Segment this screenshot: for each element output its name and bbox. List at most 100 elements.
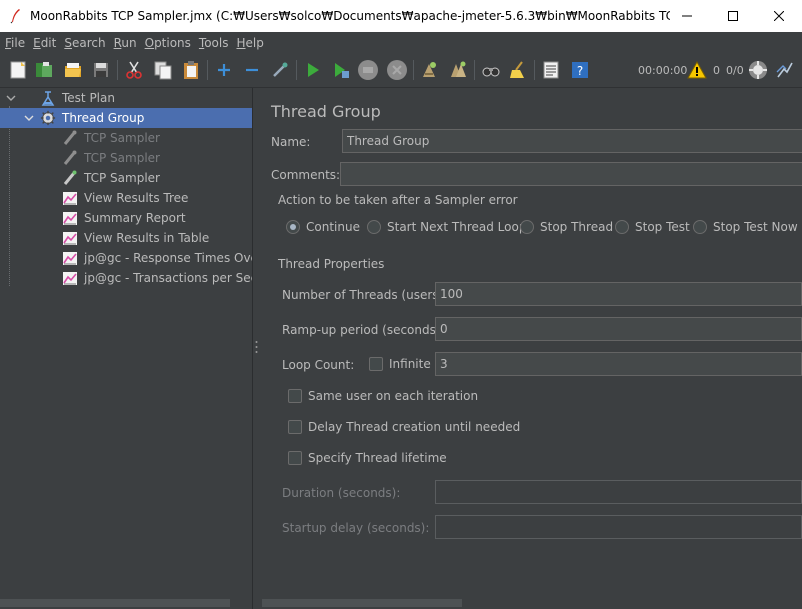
radio-continue[interactable]: Continue <box>286 220 360 234</box>
toolbar-separator <box>117 60 118 80</box>
help-icon[interactable]: ? <box>569 59 591 81</box>
clear-icon[interactable] <box>418 59 440 81</box>
sampler-icon <box>62 170 78 186</box>
paste-icon[interactable] <box>180 59 202 81</box>
tree-item-view-results-in-table[interactable]: View Results in Table <box>0 228 252 248</box>
same-user-checkbox[interactable]: Same user on each iteration <box>288 389 478 403</box>
reset-search-broom-icon[interactable] <box>507 59 529 81</box>
menu-bar: File Edit Search Run Options Tools Help <box>0 32 802 53</box>
split-pane-divider[interactable] <box>252 88 260 609</box>
test-plan-tree[interactable]: Test Plan Thread Group TCP Sampler TCP S… <box>0 88 252 599</box>
templates-icon[interactable] <box>33 59 55 81</box>
radio-unselected-icon <box>520 220 534 234</box>
tree-item-label: View Results in Table <box>84 231 210 245</box>
radio-unselected-icon <box>693 220 707 234</box>
open-icon[interactable] <box>62 59 84 81</box>
menu-file[interactable]: File <box>4 36 32 50</box>
tree-item-label: TCP Sampler <box>84 171 160 185</box>
close-button[interactable] <box>756 0 802 32</box>
tree-item-label: Summary Report <box>84 211 186 225</box>
number-of-threads-field[interactable] <box>435 282 802 306</box>
expand-all-icon[interactable] <box>213 59 235 81</box>
collapse-all-icon[interactable] <box>241 59 263 81</box>
checkbox-unchecked-icon <box>369 357 383 371</box>
radio-unselected-icon <box>367 220 381 234</box>
startup-delay-label: Startup delay (seconds): <box>282 521 430 535</box>
cut-icon[interactable] <box>123 59 145 81</box>
radio-stop-test[interactable]: Stop Test <box>615 220 690 234</box>
test-plan-icon <box>40 90 56 106</box>
tree-item-label: View Results Tree <box>84 191 189 205</box>
toggle-icon[interactable] <box>269 59 291 81</box>
tree-item-tcp-sampler[interactable]: TCP Sampler <box>0 148 252 168</box>
menu-options[interactable]: Options <box>144 36 198 50</box>
maximize-button[interactable] <box>710 0 756 32</box>
startup-delay-field <box>435 515 802 539</box>
tree-item-label: TCP Sampler <box>84 151 160 165</box>
panel-horizontal-scrollbar[interactable] <box>262 599 462 607</box>
chevron-down-icon[interactable] <box>18 113 40 123</box>
radio-stop-thread[interactable]: Stop Thread <box>520 220 613 234</box>
stop-icon[interactable] <box>357 59 379 81</box>
menu-edit[interactable]: Edit <box>32 36 63 50</box>
duration-label: Duration (seconds): <box>282 486 401 500</box>
radio-unselected-icon <box>615 220 629 234</box>
menu-run[interactable]: Run <box>113 36 144 50</box>
thread-group-panel: Thread Group Name: Comments: Action to b… <box>261 88 802 599</box>
log-viewer-icon[interactable] <box>774 59 796 81</box>
infinite-checkbox[interactable]: Infinite <box>369 357 431 371</box>
minimize-button[interactable] <box>664 0 710 32</box>
window-title-bar: MoonRabbits TCP Sampler.jmx (C:₩Users₩so… <box>0 0 802 32</box>
tree-item-label: Test Plan <box>62 91 115 105</box>
toolbar-separator <box>474 60 475 80</box>
shutdown-icon[interactable] <box>386 59 408 81</box>
chevron-down-icon[interactable] <box>0 93 22 103</box>
delay-thread-creation-checkbox[interactable]: Delay Thread creation until needed <box>288 420 520 434</box>
divider-grip-icon[interactable] <box>255 340 258 354</box>
duration-field <box>435 480 802 504</box>
tree-item-thread-group[interactable]: Thread Group <box>0 108 252 128</box>
save-icon[interactable] <box>90 59 112 81</box>
elapsed-time: 00:00:00 <box>638 64 688 77</box>
start-icon[interactable] <box>302 59 324 81</box>
tree-horizontal-scrollbar[interactable] <box>0 599 230 607</box>
rampup-period-field[interactable] <box>435 317 802 341</box>
remote-status-icon[interactable] <box>747 59 769 81</box>
menu-search[interactable]: Search <box>63 36 112 50</box>
specify-thread-lifetime-checkbox[interactable]: Specify Thread lifetime <box>288 451 447 465</box>
clear-all-icon[interactable] <box>447 59 469 81</box>
tree-item-label: TCP Sampler <box>84 131 160 145</box>
tree-item-label: Thread Group <box>62 111 145 125</box>
sampler-icon <box>62 130 78 146</box>
radio-selected-icon <box>286 220 300 234</box>
tree-item-test-plan[interactable]: Test Plan <box>0 88 252 108</box>
thread-properties-group-title: Thread Properties <box>278 257 385 271</box>
start-no-pauses-icon[interactable] <box>330 59 352 81</box>
menu-tools[interactable]: Tools <box>198 36 236 50</box>
listener-icon <box>62 270 78 286</box>
warning-icon[interactable] <box>686 59 708 81</box>
radio-stop-test-now[interactable]: Stop Test Now <box>693 220 798 234</box>
tree-item-tcp-sampler[interactable]: TCP Sampler <box>0 128 252 148</box>
loop-count-field[interactable] <box>435 352 802 376</box>
tree-item-response-times-over-time[interactable]: jp@gc - Response Times Over Time <box>0 248 252 268</box>
toolbar-separator <box>413 60 414 80</box>
radio-start-next-thread-loop[interactable]: Start Next Thread Loop <box>367 220 526 234</box>
checkbox-unchecked-icon <box>288 451 302 465</box>
function-helper-icon[interactable] <box>540 59 562 81</box>
tree-item-view-results-tree[interactable]: View Results Tree <box>0 188 252 208</box>
menu-help[interactable]: Help <box>236 36 271 50</box>
toolbar-separator <box>534 60 535 80</box>
comments-field[interactable] <box>340 162 802 186</box>
checkbox-unchecked-icon <box>288 420 302 434</box>
page-title: Thread Group <box>271 102 381 121</box>
copy-icon[interactable] <box>152 59 174 81</box>
loop-count-label: Loop Count: <box>282 358 355 372</box>
new-icon[interactable] <box>7 59 29 81</box>
tree-item-tcp-sampler[interactable]: TCP Sampler <box>0 168 252 188</box>
tree-item-transactions-per-second[interactable]: jp@gc - Transactions per Second <box>0 268 252 288</box>
search-binoculars-icon[interactable] <box>480 59 502 81</box>
name-field[interactable] <box>342 129 802 153</box>
tree-item-summary-report[interactable]: Summary Report <box>0 208 252 228</box>
listener-icon <box>62 190 78 206</box>
